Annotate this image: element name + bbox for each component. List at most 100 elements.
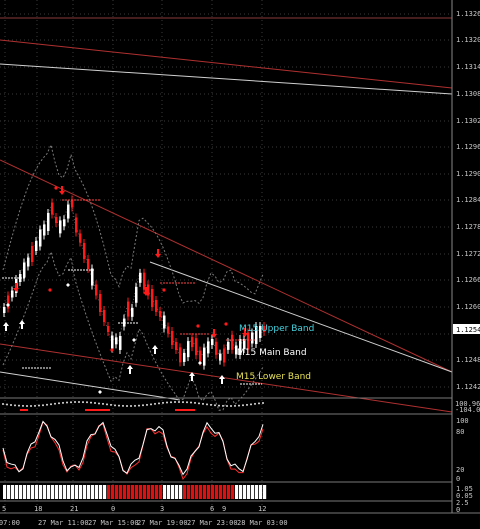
histogram-bar-red (183, 485, 187, 499)
indicator-1-point (186, 401, 188, 404)
indicator-1-point (34, 404, 36, 407)
histogram-bar-white (51, 485, 55, 499)
bull-candle (187, 341, 190, 358)
indicator-1-point (150, 403, 152, 406)
time-tick: 27 Mar 23:00 (187, 519, 238, 527)
histogram-bar-red (127, 485, 131, 499)
indicator-1-point (78, 401, 80, 404)
histogram-bar-white (91, 485, 95, 499)
bear-candle (51, 202, 54, 215)
price-tick: 1.1296 (456, 143, 480, 151)
bull-candle (219, 353, 222, 361)
histogram-bar-white (171, 485, 175, 499)
indicator-1-point (250, 403, 252, 406)
time-tick: Mar 07:00 (0, 519, 20, 527)
price-tick: 1.1242 (456, 383, 480, 391)
time-tick-minor: 6 (210, 505, 214, 513)
histogram-bar-red (207, 485, 211, 499)
bull-candle (3, 307, 6, 313)
price-tick: 1.1290 (456, 170, 480, 178)
indicator-1-point (146, 403, 148, 406)
bull-candle (163, 315, 166, 329)
histogram-bar-red (115, 485, 119, 499)
bear-candle (75, 217, 78, 233)
price-tick: 1.1284 (456, 196, 480, 204)
indicator-1-point (118, 404, 120, 407)
indicator-1-point (54, 402, 56, 405)
bull-candle (251, 332, 254, 344)
indicator-1-point (210, 403, 212, 406)
indicator-1-point (182, 401, 184, 404)
indicator-1-point (2, 403, 4, 405)
time-tick-minor: 9 (222, 505, 226, 513)
histogram-bar-white (247, 485, 251, 499)
indicator-1-point (246, 403, 248, 406)
indicator-1-point (194, 401, 196, 404)
forex-chart[interactable]: M15 Upper Band M15 Main Band M15 Lower B… (0, 0, 480, 529)
bull-candle (35, 241, 38, 251)
histogram-bar-red (107, 485, 111, 499)
price-tick: 1.1278 (456, 223, 480, 231)
stochastic-tick: 100 (456, 417, 469, 425)
indicator-1-point (98, 402, 100, 405)
histogram-bar-white (47, 485, 51, 499)
indicator-1-point (166, 401, 168, 404)
indicator-1-point (82, 401, 84, 404)
histogram-bar-red (159, 485, 163, 499)
histogram-bar-white (71, 485, 75, 499)
price-tick: 1.1266 (456, 276, 480, 284)
stochastic-tick: 80 (456, 428, 464, 436)
bear-candle (95, 284, 98, 296)
histogram-bar-white (167, 485, 171, 499)
bull-candle (115, 337, 118, 345)
indicator-1-point (66, 401, 68, 404)
bull-candle (139, 272, 142, 283)
histogram-bar-red (199, 485, 203, 499)
indicator-1-point (190, 401, 192, 404)
price-tick: 1.1320 (456, 36, 480, 44)
indicator-1-point (178, 401, 180, 404)
histogram-bar-white (75, 485, 79, 499)
time-tick: 27 Mar 11:00 (38, 519, 89, 527)
histogram-bar-white (163, 485, 167, 499)
histogram-bar-red (211, 485, 215, 499)
price-tick: 1.1314 (456, 63, 480, 71)
bear-candle (127, 301, 130, 317)
histogram-bar-white (103, 485, 107, 499)
histogram-bar-red (111, 485, 115, 499)
chart-background (0, 0, 480, 529)
bull-candle (135, 286, 138, 303)
bull-candle (11, 290, 14, 298)
indicator-1-point (214, 404, 216, 407)
bull-candle (207, 341, 210, 354)
indicator-1-point (102, 402, 104, 405)
histogram-bar-red (147, 485, 151, 499)
histogram-bar-white (27, 485, 31, 499)
stochastic-tick: 20 (456, 466, 464, 474)
signal-dot (162, 288, 166, 292)
histogram-bar-red (131, 485, 135, 499)
histogram-bar-red (215, 485, 219, 499)
histogram-bar-white (7, 485, 11, 499)
indicator-1-point (126, 404, 128, 407)
histogram-bar-white (15, 485, 19, 499)
bull-candle (111, 335, 114, 349)
indicator-1-point (262, 401, 264, 404)
histogram-bar-white (67, 485, 71, 499)
histogram-bar-white (3, 485, 7, 499)
indicator-1-point (154, 402, 156, 405)
histogram-bar-red (151, 485, 155, 499)
indicator-1-point (122, 404, 124, 407)
time-tick: 27 Mar 15:00 (88, 519, 139, 527)
indicator-1-point (110, 403, 112, 406)
signal-dot (54, 186, 58, 190)
indicator-1-point (18, 404, 20, 407)
indicator-1-point (254, 402, 256, 405)
bear-candle (107, 326, 110, 332)
histogram-bar-white (99, 485, 103, 499)
histogram-bar-red (203, 485, 207, 499)
histogram-bar-white (11, 485, 15, 499)
time-tick: 28 Mar 03:00 (237, 519, 288, 527)
indicator-1-point (222, 404, 224, 407)
indicator-1-point (162, 401, 164, 404)
